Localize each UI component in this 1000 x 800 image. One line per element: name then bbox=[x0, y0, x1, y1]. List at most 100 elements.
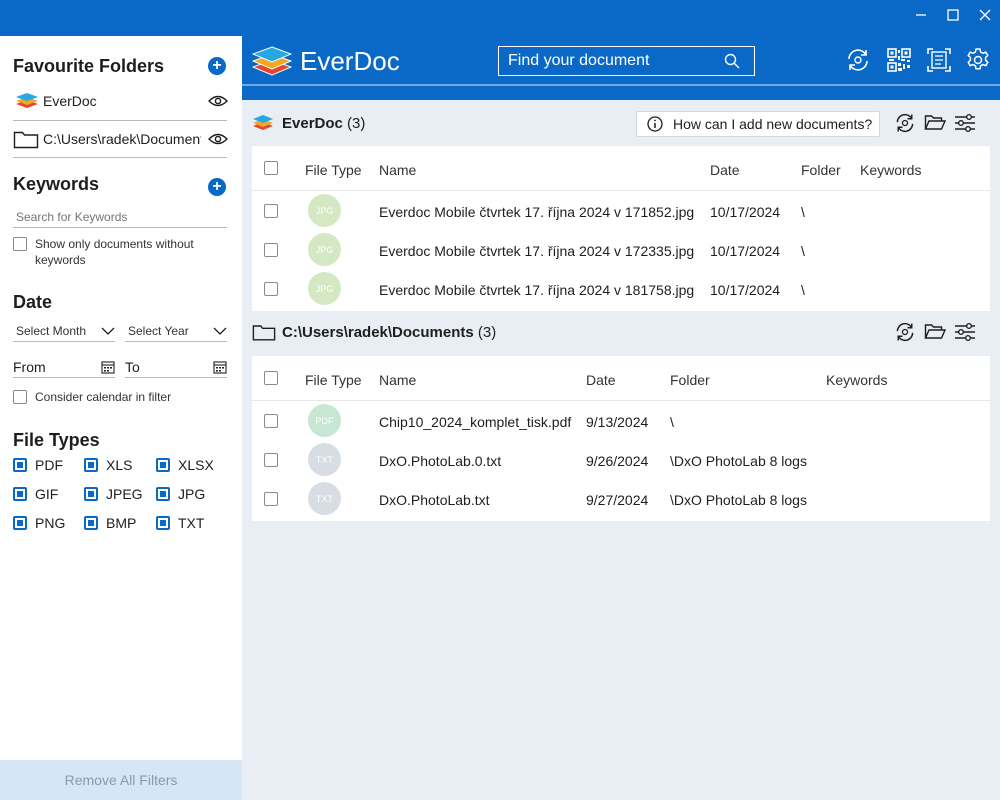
table-row[interactable]: PDF Chip10_2024_komplet_tisk.pdf 9/13/20… bbox=[252, 402, 990, 441]
table-row[interactable]: JPG Everdoc Mobile čtvrtek 17. října 202… bbox=[252, 192, 990, 231]
qr-code-button[interactable] bbox=[885, 46, 913, 74]
select-all-checkbox[interactable] bbox=[264, 161, 278, 175]
to-date-picker[interactable]: To bbox=[125, 356, 227, 378]
panel-open-folder-button[interactable] bbox=[923, 111, 947, 135]
sync-icon bbox=[896, 322, 914, 342]
panel-filter-settings-button[interactable] bbox=[953, 111, 977, 135]
row-checkbox[interactable] bbox=[264, 414, 278, 428]
column-folder[interactable]: Folder bbox=[670, 372, 710, 388]
stack-icon bbox=[16, 93, 38, 108]
file-type-xls[interactable]: XLS bbox=[84, 457, 132, 473]
column-file-type[interactable]: File Type bbox=[305, 372, 362, 388]
add-favourite-button[interactable]: + bbox=[208, 57, 226, 75]
file-type-checkbox[interactable] bbox=[156, 516, 170, 530]
column-keywords[interactable]: Keywords bbox=[826, 372, 887, 388]
settings-button[interactable] bbox=[964, 46, 992, 74]
table-row[interactable]: JPG Everdoc Mobile čtvrtek 17. října 202… bbox=[252, 270, 990, 309]
year-select[interactable]: Select Year bbox=[125, 320, 227, 342]
search-icon[interactable] bbox=[724, 53, 740, 69]
title-bar bbox=[0, 0, 1000, 36]
file-type-jpg[interactable]: JPG bbox=[156, 486, 205, 502]
help-add-documents-button[interactable]: How can I add new documents? bbox=[636, 111, 880, 137]
file-type-png[interactable]: PNG bbox=[13, 515, 65, 531]
minimize-icon bbox=[916, 14, 926, 16]
file-types-title: File Types bbox=[13, 430, 100, 450]
column-name[interactable]: Name bbox=[379, 162, 416, 178]
document-search[interactable] bbox=[498, 46, 755, 76]
sliders-icon bbox=[955, 114, 975, 132]
file-type-xlsx[interactable]: XLSX bbox=[156, 457, 214, 473]
close-button[interactable] bbox=[970, 0, 1000, 30]
column-file-type[interactable]: File Type bbox=[305, 162, 362, 178]
minimize-button[interactable] bbox=[906, 0, 936, 30]
file-type-checkbox[interactable] bbox=[84, 487, 98, 501]
month-select[interactable]: Select Month bbox=[13, 320, 115, 342]
panel-filter-settings-button[interactable] bbox=[953, 320, 977, 344]
file-type-txt[interactable]: TXT bbox=[156, 515, 204, 531]
file-type-checkbox[interactable] bbox=[13, 458, 27, 472]
help-label: How can I add new documents? bbox=[673, 116, 873, 132]
column-date[interactable]: Date bbox=[586, 372, 616, 388]
maximize-button[interactable] bbox=[938, 0, 968, 30]
file-type-checkbox[interactable] bbox=[156, 458, 170, 472]
file-type-jpeg[interactable]: JPEG bbox=[84, 486, 143, 502]
panel-count: (3) bbox=[477, 323, 497, 341]
row-checkbox[interactable] bbox=[264, 453, 278, 467]
scan-document-button[interactable] bbox=[925, 46, 953, 74]
file-date: 10/17/2024 bbox=[710, 282, 781, 298]
table-header: File Type Name Date Folder Keywords bbox=[252, 146, 990, 191]
gear-icon bbox=[967, 48, 989, 70]
column-name[interactable]: Name bbox=[379, 372, 416, 388]
column-folder[interactable]: Folder bbox=[801, 162, 841, 178]
calendar-icon[interactable] bbox=[213, 360, 227, 374]
file-type-pdf[interactable]: PDF bbox=[13, 457, 63, 473]
row-checkbox[interactable] bbox=[264, 243, 278, 257]
table-row[interactable]: JPG Everdoc Mobile čtvrtek 17. října 202… bbox=[252, 231, 990, 270]
document-search-input[interactable] bbox=[508, 52, 718, 70]
consider-calendar-checkbox[interactable] bbox=[13, 390, 27, 404]
txt-badge: TXT bbox=[308, 482, 341, 515]
calendar-icon[interactable] bbox=[101, 360, 115, 374]
pdf-badge: PDF bbox=[308, 404, 341, 437]
sync-icon bbox=[848, 49, 868, 71]
keyword-search-field[interactable] bbox=[13, 208, 227, 228]
file-type-bmp[interactable]: BMP bbox=[84, 515, 136, 531]
no-keywords-checkbox[interactable] bbox=[13, 237, 27, 251]
file-type-checkbox[interactable] bbox=[13, 487, 27, 501]
file-type-checkbox[interactable] bbox=[84, 516, 98, 530]
no-keywords-option[interactable]: Show only documents without keywords bbox=[13, 236, 228, 268]
favourite-folder-documents[interactable]: C:\Users\radek\Documents bbox=[13, 128, 228, 150]
file-type-checkbox[interactable] bbox=[156, 487, 170, 501]
table-row[interactable]: TXT DxO.PhotoLab.0.txt 9/26/2024 \DxO Ph… bbox=[252, 441, 990, 480]
remove-all-filters-button[interactable]: Remove All Filters bbox=[0, 760, 242, 800]
file-type-gif[interactable]: GIF bbox=[13, 486, 58, 502]
info-icon bbox=[647, 116, 663, 132]
favourite-folder-everdoc[interactable]: EverDoc bbox=[13, 90, 228, 112]
consider-calendar-option[interactable]: Consider calendar in filter bbox=[13, 390, 228, 404]
file-folder: \DxO PhotoLab 8 logs bbox=[670, 453, 807, 469]
column-date[interactable]: Date bbox=[710, 162, 740, 178]
favourites-title: Favourite Folders bbox=[13, 56, 165, 76]
row-checkbox[interactable] bbox=[264, 282, 278, 296]
select-all-checkbox[interactable] bbox=[264, 371, 278, 385]
header-underline bbox=[242, 84, 1000, 100]
file-type-checkbox[interactable] bbox=[13, 516, 27, 530]
divider bbox=[13, 120, 227, 121]
eye-icon[interactable] bbox=[208, 132, 228, 146]
panel-title: EverDoc (3) bbox=[282, 115, 365, 132]
row-checkbox[interactable] bbox=[264, 204, 278, 218]
column-keywords[interactable]: Keywords bbox=[860, 162, 921, 178]
row-checkbox[interactable] bbox=[264, 492, 278, 506]
sync-button[interactable] bbox=[844, 46, 872, 74]
panel-open-folder-button[interactable] bbox=[923, 320, 947, 344]
keyword-search-input[interactable] bbox=[13, 210, 213, 224]
file-type-checkbox[interactable] bbox=[84, 458, 98, 472]
panel-sync-button[interactable] bbox=[893, 320, 917, 344]
table-row[interactable]: TXT DxO.PhotoLab.txt 9/27/2024 \DxO Phot… bbox=[252, 480, 990, 519]
folder-open-icon bbox=[924, 115, 946, 130]
eye-icon[interactable] bbox=[208, 94, 228, 108]
scan-document-icon bbox=[927, 48, 951, 72]
add-keyword-button[interactable]: + bbox=[208, 178, 226, 196]
from-date-picker[interactable]: From bbox=[13, 356, 115, 378]
panel-sync-button[interactable] bbox=[893, 111, 917, 135]
